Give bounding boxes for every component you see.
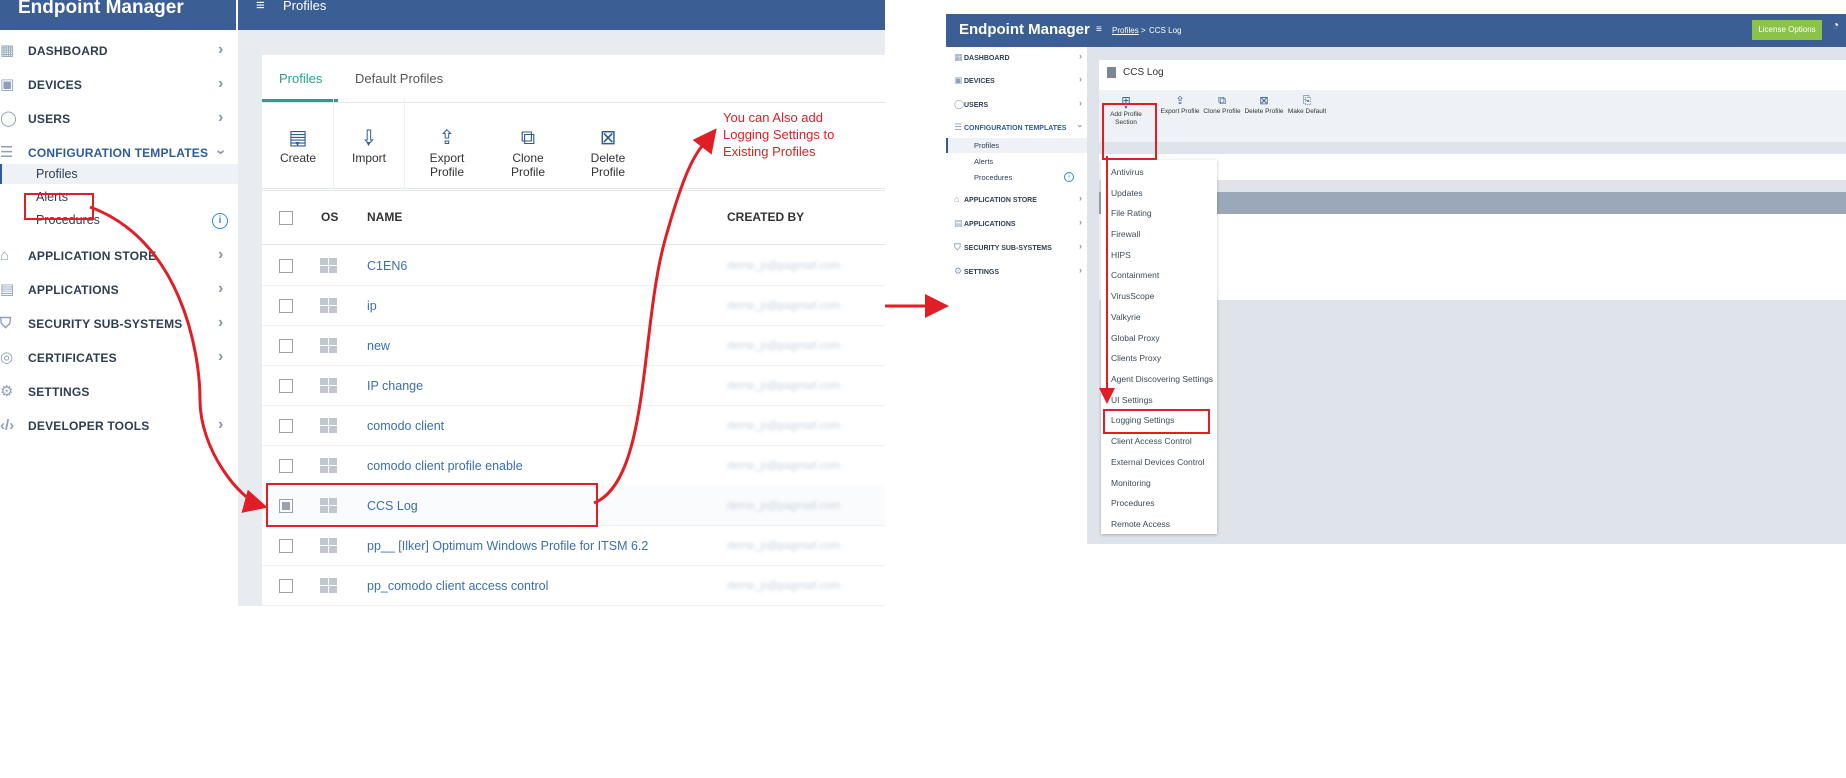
arrow-profiles-to-row (89, 205, 268, 513)
arrow-row-to-note (593, 128, 717, 505)
annotation-arrows (89, 128, 1115, 513)
